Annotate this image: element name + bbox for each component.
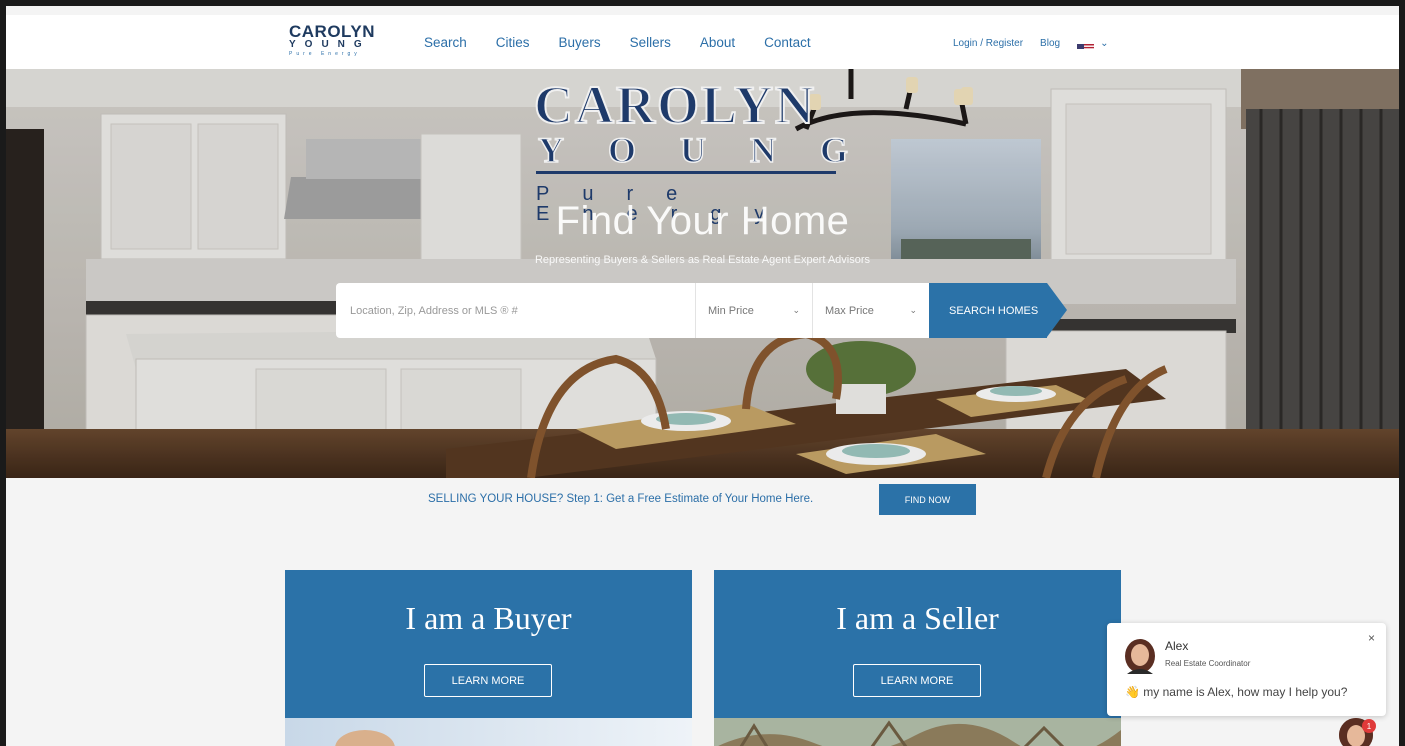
buyer-learn-more-button[interactable]: LEARN MORE <box>424 664 552 697</box>
buyer-card-image <box>285 718 692 746</box>
max-price-select[interactable]: Max Price ⌄ <box>812 283 929 338</box>
logo-line-2: YOUNG <box>289 39 371 50</box>
buyer-card[interactable]: I am a Buyer LEARN MORE <box>285 570 692 746</box>
chevron-down-icon: ⌄ <box>792 305 800 315</box>
main-nav: Search Cities Buyers Sellers About Conta… <box>424 35 840 50</box>
hero-logo-rule <box>536 171 836 174</box>
blog-link[interactable]: Blog <box>1040 38 1060 49</box>
agent-name: Alex <box>1165 639 1189 653</box>
home-search-bar: Location, Zip, Address or MLS ® # Min Pr… <box>336 283 1067 338</box>
nav-contact[interactable]: Contact <box>764 35 811 50</box>
hero-subtitle: Representing Buyers & Sellers as Real Es… <box>534 254 871 266</box>
logo-line-3: Pure Energy <box>289 51 361 57</box>
nav-search[interactable]: Search <box>424 35 467 50</box>
nav-about[interactable]: About <box>700 35 735 50</box>
utility-nav: Login / Register Blog ⌄ <box>953 38 1108 49</box>
chevron-down-icon: ⌄ <box>909 305 917 315</box>
search-homes-button[interactable]: SEARCH HOMES <box>929 283 1067 338</box>
seller-card-title: I am a Seller <box>836 600 999 636</box>
site-header: CAROLYN YOUNG Pure Energy Search Cities … <box>6 15 1399 69</box>
hero-logo-line-1: CAROLYN <box>533 75 817 135</box>
language-chevron-down-icon[interactable]: ⌄ <box>1100 38 1108 49</box>
agent-role: Real Estate Coordinator <box>1165 659 1251 668</box>
home-estimate-strip: SELLING YOUR HOUSE? Step 1: Get a Free E… <box>6 484 1399 516</box>
login-register-link[interactable]: Login / Register <box>953 38 1023 49</box>
min-price-label: Min Price <box>708 304 754 317</box>
us-flag-icon[interactable] <box>1077 39 1095 49</box>
hero-banner: CAROLYN YOUNG Pure Energy Find Your Home… <box>6 69 1399 478</box>
chat-message: 👋 my name is Alex, how may I help you? <box>1125 685 1348 699</box>
min-price-select[interactable]: Min Price ⌄ <box>695 283 812 338</box>
agent-avatar <box>1124 638 1156 674</box>
chat-notification-badge: 1 <box>1362 719 1376 733</box>
site-logo[interactable]: CAROLYN YOUNG Pure Energy <box>289 22 391 68</box>
logo-line-1: CAROLYN <box>289 22 375 41</box>
seller-learn-more-button[interactable]: LEARN MORE <box>853 664 981 697</box>
hero-logo-line-2: YOUNG <box>537 130 892 170</box>
find-now-button[interactable]: FIND NOW <box>879 484 976 515</box>
location-search-input[interactable]: Location, Zip, Address or MLS ® # <box>336 283 695 338</box>
seller-card-image <box>714 718 1121 746</box>
close-icon[interactable]: × <box>1368 631 1375 645</box>
estimate-text: SELLING YOUR HOUSE? Step 1: Get a Free E… <box>428 493 814 505</box>
max-price-label: Max Price <box>825 304 874 317</box>
nav-cities[interactable]: Cities <box>496 35 530 50</box>
buyer-card-title: I am a Buyer <box>405 600 572 636</box>
hero-title: Find Your Home <box>555 199 850 243</box>
seller-card[interactable]: I am a Seller LEARN MORE <box>714 570 1121 746</box>
nav-buyers[interactable]: Buyers <box>559 35 601 50</box>
nav-sellers[interactable]: Sellers <box>630 35 671 50</box>
chat-popup[interactable]: Alex Real Estate Coordinator 👋 my name i… <box>1107 623 1386 716</box>
browser-viewport: CAROLYN YOUNG Pure Energy Search Cities … <box>6 6 1399 746</box>
